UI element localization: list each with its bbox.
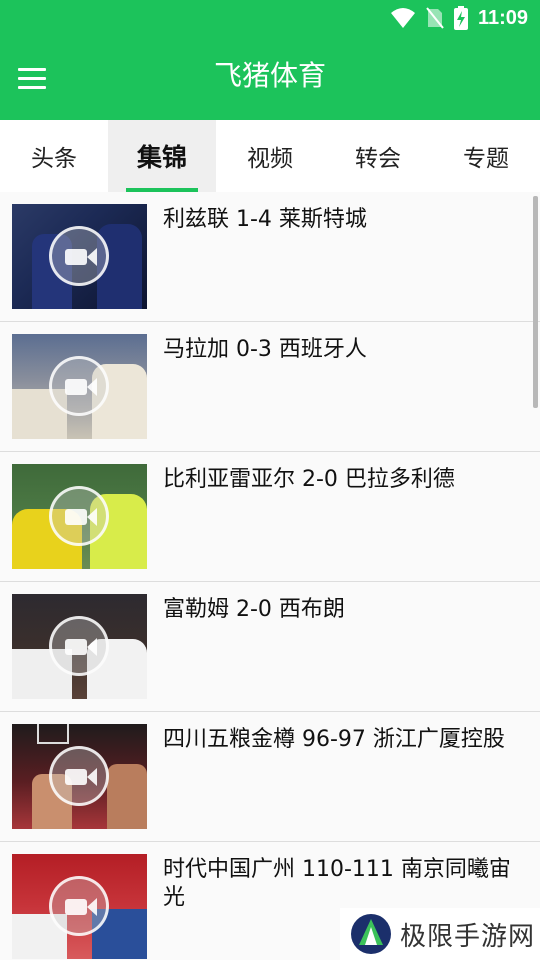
watermark: 极限手游网 <box>340 908 540 960</box>
tab-transfers[interactable]: 转会 <box>324 120 432 192</box>
list-item[interactable]: 富勒姆 2-0 西布朗 <box>0 582 540 712</box>
status-bar: 11:09 <box>0 0 540 36</box>
video-title: 比利亚雷亚尔 2-0 巴拉多利德 <box>163 467 455 492</box>
app-title: 飞猪体育 <box>213 59 326 92</box>
video-title: 四川五粮金樽 96-97 浙江广厦控股 <box>163 727 505 752</box>
video-title: 马拉加 0-3 西班牙人 <box>163 337 367 362</box>
video-thumbnail[interactable] <box>12 724 147 829</box>
no-sim-icon <box>426 7 444 29</box>
tab-highlights[interactable]: 集锦 <box>108 120 216 192</box>
status-time: 11:09 <box>477 6 528 29</box>
play-video-icon <box>49 226 109 286</box>
play-video-icon <box>49 486 109 546</box>
list-item[interactable]: 马拉加 0-3 西班牙人 <box>0 322 540 452</box>
video-list: 利兹联 1-4 莱斯特城 马拉加 0-3 西班牙人 比利亚雷亚尔 2-0 巴拉多… <box>0 192 540 960</box>
list-item[interactable]: 四川五粮金樽 96-97 浙江广厦控股 <box>0 712 540 842</box>
list-item[interactable]: 比利亚雷亚尔 2-0 巴拉多利德 <box>0 452 540 582</box>
video-title: 时代中国广州 110-111 南京同曦宙光 <box>163 857 511 910</box>
video-thumbnail[interactable] <box>12 334 147 439</box>
tab-videos[interactable]: 视频 <box>216 120 324 192</box>
tab-topics[interactable]: 专题 <box>432 120 540 192</box>
play-video-icon <box>49 746 109 806</box>
wifi-icon <box>390 8 415 28</box>
video-thumbnail[interactable] <box>12 204 147 309</box>
status-icons: 11:09 <box>390 5 528 31</box>
video-thumbnail[interactable] <box>12 594 147 699</box>
battery-charging-icon <box>453 6 468 30</box>
play-video-icon <box>49 876 109 936</box>
scrollbar[interactable] <box>533 196 538 408</box>
video-thumbnail[interactable] <box>12 854 147 959</box>
watermark-text: 极限手游网 <box>400 921 536 952</box>
video-thumbnail[interactable] <box>12 464 147 569</box>
tab-headlines[interactable]: 头条 <box>0 120 108 192</box>
play-video-icon <box>49 616 109 676</box>
video-title: 利兹联 1-4 莱斯特城 <box>163 207 367 232</box>
watermark-logo-icon <box>351 914 391 954</box>
app-bar: 飞猪体育 <box>0 36 540 120</box>
play-video-icon <box>49 356 109 416</box>
video-title: 富勒姆 2-0 西布朗 <box>163 597 345 622</box>
category-tabs: 头条 集锦 视频 转会 专题 <box>0 120 540 192</box>
list-item[interactable]: 利兹联 1-4 莱斯特城 <box>0 192 540 322</box>
